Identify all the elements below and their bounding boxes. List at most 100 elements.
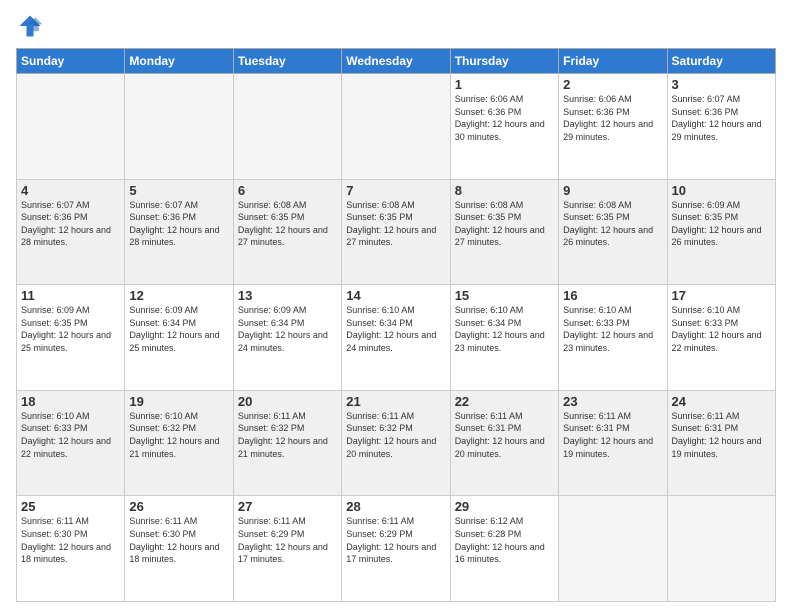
day-info: Sunrise: 6:08 AM Sunset: 6:35 PM Dayligh…	[238, 199, 337, 249]
day-number: 9	[563, 183, 662, 198]
day-number: 7	[346, 183, 445, 198]
day-number: 16	[563, 288, 662, 303]
calendar-cell: 5Sunrise: 6:07 AM Sunset: 6:36 PM Daylig…	[125, 179, 233, 285]
calendar-cell: 20Sunrise: 6:11 AM Sunset: 6:32 PM Dayli…	[233, 390, 341, 496]
day-number: 11	[21, 288, 120, 303]
day-number: 20	[238, 394, 337, 409]
calendar-cell	[559, 496, 667, 602]
day-number: 27	[238, 499, 337, 514]
day-number: 21	[346, 394, 445, 409]
calendar-cell: 4Sunrise: 6:07 AM Sunset: 6:36 PM Daylig…	[17, 179, 125, 285]
calendar-header-row: SundayMondayTuesdayWednesdayThursdayFrid…	[17, 49, 776, 74]
calendar-cell: 25Sunrise: 6:11 AM Sunset: 6:30 PM Dayli…	[17, 496, 125, 602]
day-info: Sunrise: 6:10 AM Sunset: 6:34 PM Dayligh…	[455, 304, 554, 354]
calendar-cell: 19Sunrise: 6:10 AM Sunset: 6:32 PM Dayli…	[125, 390, 233, 496]
calendar-cell: 17Sunrise: 6:10 AM Sunset: 6:33 PM Dayli…	[667, 285, 775, 391]
day-number: 17	[672, 288, 771, 303]
day-number: 25	[21, 499, 120, 514]
calendar-cell: 12Sunrise: 6:09 AM Sunset: 6:34 PM Dayli…	[125, 285, 233, 391]
calendar-header-sunday: Sunday	[17, 49, 125, 74]
day-info: Sunrise: 6:11 AM Sunset: 6:29 PM Dayligh…	[238, 515, 337, 565]
day-info: Sunrise: 6:12 AM Sunset: 6:28 PM Dayligh…	[455, 515, 554, 565]
day-info: Sunrise: 6:09 AM Sunset: 6:35 PM Dayligh…	[672, 199, 771, 249]
calendar-cell: 15Sunrise: 6:10 AM Sunset: 6:34 PM Dayli…	[450, 285, 558, 391]
day-number: 6	[238, 183, 337, 198]
calendar-header-monday: Monday	[125, 49, 233, 74]
calendar-cell: 13Sunrise: 6:09 AM Sunset: 6:34 PM Dayli…	[233, 285, 341, 391]
page: SundayMondayTuesdayWednesdayThursdayFrid…	[0, 0, 792, 612]
calendar-cell: 3Sunrise: 6:07 AM Sunset: 6:36 PM Daylig…	[667, 74, 775, 180]
day-number: 29	[455, 499, 554, 514]
day-number: 2	[563, 77, 662, 92]
day-info: Sunrise: 6:09 AM Sunset: 6:34 PM Dayligh…	[129, 304, 228, 354]
calendar-cell: 29Sunrise: 6:12 AM Sunset: 6:28 PM Dayli…	[450, 496, 558, 602]
day-info: Sunrise: 6:07 AM Sunset: 6:36 PM Dayligh…	[672, 93, 771, 143]
day-info: Sunrise: 6:11 AM Sunset: 6:30 PM Dayligh…	[129, 515, 228, 565]
calendar-header-thursday: Thursday	[450, 49, 558, 74]
calendar-week-row: 1Sunrise: 6:06 AM Sunset: 6:36 PM Daylig…	[17, 74, 776, 180]
day-info: Sunrise: 6:10 AM Sunset: 6:33 PM Dayligh…	[21, 410, 120, 460]
calendar-cell: 14Sunrise: 6:10 AM Sunset: 6:34 PM Dayli…	[342, 285, 450, 391]
day-info: Sunrise: 6:11 AM Sunset: 6:30 PM Dayligh…	[21, 515, 120, 565]
calendar-cell	[17, 74, 125, 180]
day-number: 12	[129, 288, 228, 303]
day-info: Sunrise: 6:11 AM Sunset: 6:32 PM Dayligh…	[238, 410, 337, 460]
calendar-cell	[125, 74, 233, 180]
day-info: Sunrise: 6:06 AM Sunset: 6:36 PM Dayligh…	[455, 93, 554, 143]
calendar-cell: 24Sunrise: 6:11 AM Sunset: 6:31 PM Dayli…	[667, 390, 775, 496]
day-number: 4	[21, 183, 120, 198]
day-number: 10	[672, 183, 771, 198]
day-info: Sunrise: 6:10 AM Sunset: 6:33 PM Dayligh…	[563, 304, 662, 354]
calendar-cell: 22Sunrise: 6:11 AM Sunset: 6:31 PM Dayli…	[450, 390, 558, 496]
logo	[16, 12, 48, 40]
day-info: Sunrise: 6:11 AM Sunset: 6:31 PM Dayligh…	[455, 410, 554, 460]
calendar-cell	[233, 74, 341, 180]
calendar-cell: 6Sunrise: 6:08 AM Sunset: 6:35 PM Daylig…	[233, 179, 341, 285]
day-info: Sunrise: 6:06 AM Sunset: 6:36 PM Dayligh…	[563, 93, 662, 143]
day-number: 18	[21, 394, 120, 409]
day-number: 24	[672, 394, 771, 409]
calendar-cell	[342, 74, 450, 180]
calendar-week-row: 18Sunrise: 6:10 AM Sunset: 6:33 PM Dayli…	[17, 390, 776, 496]
calendar-cell: 18Sunrise: 6:10 AM Sunset: 6:33 PM Dayli…	[17, 390, 125, 496]
calendar-cell: 2Sunrise: 6:06 AM Sunset: 6:36 PM Daylig…	[559, 74, 667, 180]
day-info: Sunrise: 6:10 AM Sunset: 6:32 PM Dayligh…	[129, 410, 228, 460]
day-info: Sunrise: 6:08 AM Sunset: 6:35 PM Dayligh…	[455, 199, 554, 249]
day-info: Sunrise: 6:07 AM Sunset: 6:36 PM Dayligh…	[21, 199, 120, 249]
calendar-cell: 8Sunrise: 6:08 AM Sunset: 6:35 PM Daylig…	[450, 179, 558, 285]
calendar-cell: 21Sunrise: 6:11 AM Sunset: 6:32 PM Dayli…	[342, 390, 450, 496]
day-number: 15	[455, 288, 554, 303]
day-number: 8	[455, 183, 554, 198]
day-number: 22	[455, 394, 554, 409]
day-number: 3	[672, 77, 771, 92]
calendar-cell: 16Sunrise: 6:10 AM Sunset: 6:33 PM Dayli…	[559, 285, 667, 391]
calendar-cell: 26Sunrise: 6:11 AM Sunset: 6:30 PM Dayli…	[125, 496, 233, 602]
calendar-week-row: 4Sunrise: 6:07 AM Sunset: 6:36 PM Daylig…	[17, 179, 776, 285]
calendar-cell: 11Sunrise: 6:09 AM Sunset: 6:35 PM Dayli…	[17, 285, 125, 391]
day-info: Sunrise: 6:11 AM Sunset: 6:31 PM Dayligh…	[672, 410, 771, 460]
day-info: Sunrise: 6:10 AM Sunset: 6:33 PM Dayligh…	[672, 304, 771, 354]
calendar-cell: 7Sunrise: 6:08 AM Sunset: 6:35 PM Daylig…	[342, 179, 450, 285]
day-number: 5	[129, 183, 228, 198]
calendar-cell: 1Sunrise: 6:06 AM Sunset: 6:36 PM Daylig…	[450, 74, 558, 180]
calendar-week-row: 25Sunrise: 6:11 AM Sunset: 6:30 PM Dayli…	[17, 496, 776, 602]
day-info: Sunrise: 6:10 AM Sunset: 6:34 PM Dayligh…	[346, 304, 445, 354]
calendar-week-row: 11Sunrise: 6:09 AM Sunset: 6:35 PM Dayli…	[17, 285, 776, 391]
calendar-header-friday: Friday	[559, 49, 667, 74]
day-number: 13	[238, 288, 337, 303]
calendar-table: SundayMondayTuesdayWednesdayThursdayFrid…	[16, 48, 776, 602]
day-number: 26	[129, 499, 228, 514]
calendar-header-saturday: Saturday	[667, 49, 775, 74]
calendar-header-tuesday: Tuesday	[233, 49, 341, 74]
top-section	[16, 12, 776, 40]
calendar-cell: 10Sunrise: 6:09 AM Sunset: 6:35 PM Dayli…	[667, 179, 775, 285]
calendar-cell: 9Sunrise: 6:08 AM Sunset: 6:35 PM Daylig…	[559, 179, 667, 285]
calendar-header-wednesday: Wednesday	[342, 49, 450, 74]
day-info: Sunrise: 6:11 AM Sunset: 6:31 PM Dayligh…	[563, 410, 662, 460]
calendar-cell: 23Sunrise: 6:11 AM Sunset: 6:31 PM Dayli…	[559, 390, 667, 496]
day-info: Sunrise: 6:07 AM Sunset: 6:36 PM Dayligh…	[129, 199, 228, 249]
day-number: 14	[346, 288, 445, 303]
day-info: Sunrise: 6:08 AM Sunset: 6:35 PM Dayligh…	[563, 199, 662, 249]
day-number: 23	[563, 394, 662, 409]
calendar-cell	[667, 496, 775, 602]
